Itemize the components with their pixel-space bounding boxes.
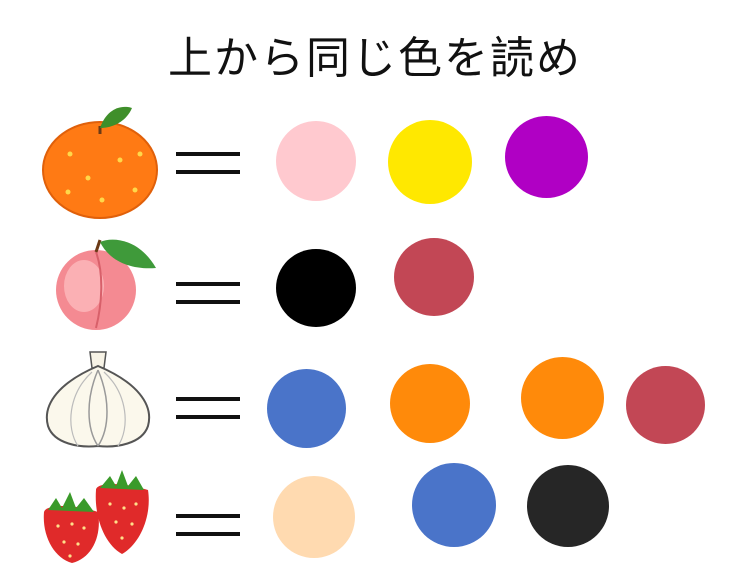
equals-sign (176, 276, 240, 310)
equals-sign (176, 146, 240, 180)
color-dot-yellow (388, 120, 472, 204)
strawberry-icon (43, 470, 149, 563)
color-dot-black (276, 249, 356, 327)
garlic-icon (45, 351, 151, 448)
color-dot-orange (521, 357, 604, 439)
equals-sign (176, 508, 240, 542)
orange-icon (42, 106, 158, 219)
color-dot-dusty-red (394, 238, 474, 316)
color-dot-blue (267, 369, 346, 448)
color-dot-blue (412, 463, 496, 547)
page-title: 上から同じ色を読め (168, 33, 582, 84)
color-dot-peach (273, 476, 355, 558)
color-dot-dark (527, 465, 609, 547)
color-dot-orange (390, 364, 470, 443)
peach-icon (56, 239, 156, 330)
color-dot-dusty-red (626, 366, 705, 444)
color-dot-purple (505, 116, 588, 198)
equals-sign (176, 391, 240, 425)
color-dot-pink (276, 121, 356, 201)
